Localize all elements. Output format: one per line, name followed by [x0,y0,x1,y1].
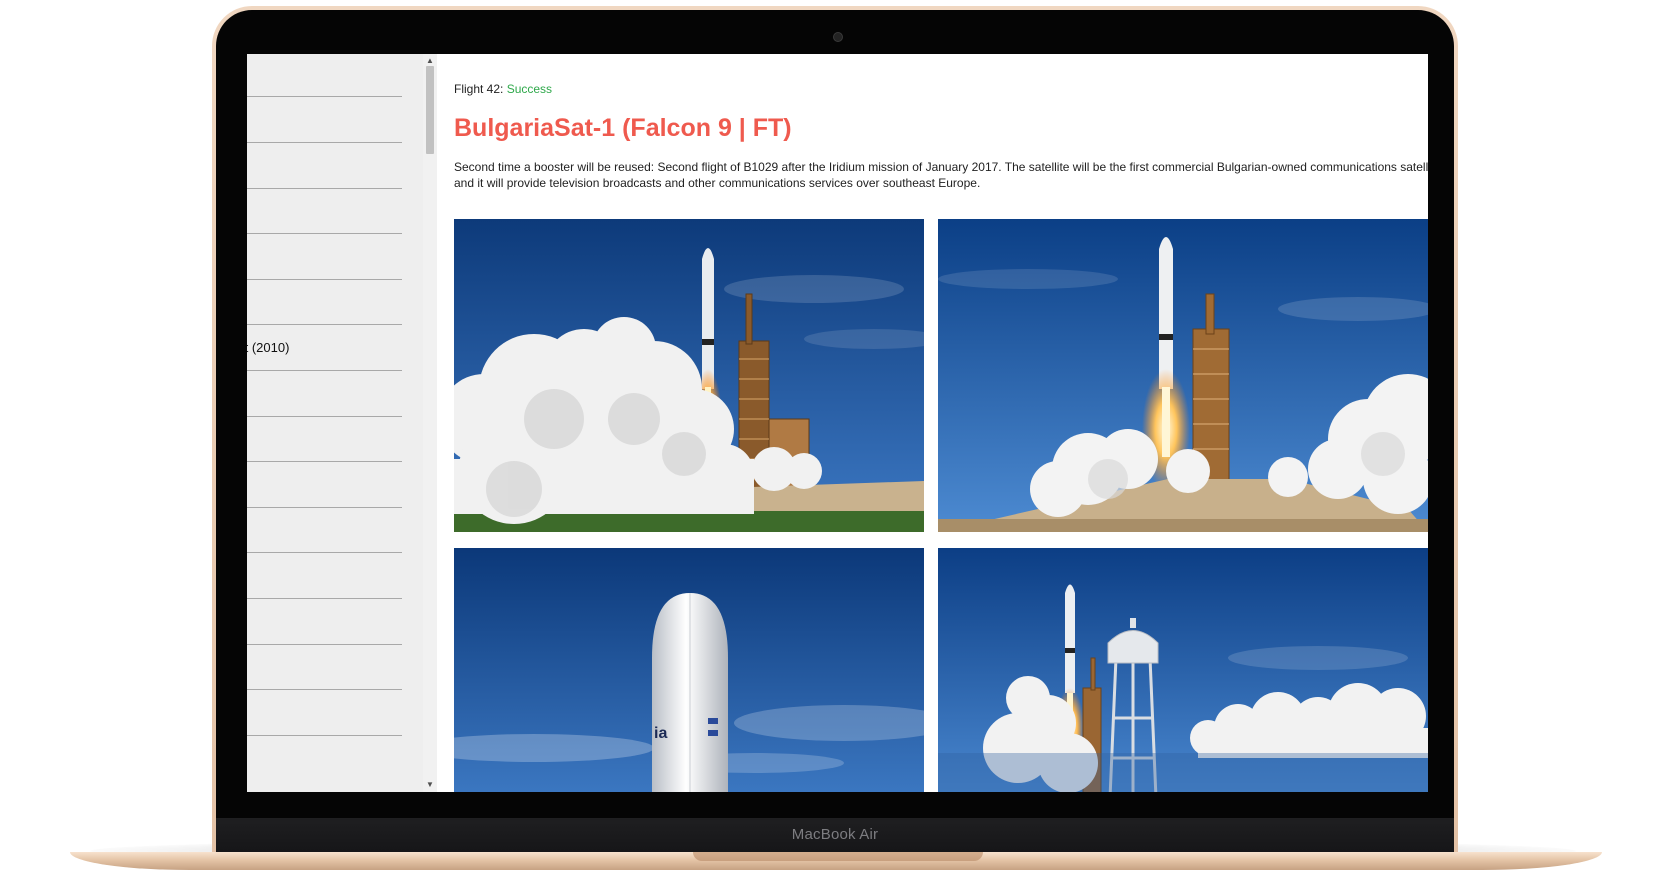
sidebar-divider [247,187,402,189]
scrollbar-thumb[interactable] [426,66,434,154]
sidebar-scrollbar[interactable]: ▲ ▼ [423,54,437,792]
sidebar-divider [247,96,402,97]
launch-photo[interactable]: ia [454,548,924,792]
mission-title: BulgariaSat-1 (Falcon 9 | FT) [454,114,792,142]
payload-fairing-image: ia [454,548,924,792]
sidebar-divider [247,324,402,326]
sidebar-divider [247,415,402,417]
sidebar-divider [247,598,402,599]
sidebar-item-launch[interactable]: Test Flight (2010) [247,340,402,355]
sidebar-item-launch[interactable]: 12) [247,477,402,492]
sidebar-divider [247,370,402,371]
sidebar-item-launch[interactable]: 14) [247,705,402,720]
webcam-icon [833,32,843,42]
svg-text:ia: ia [654,725,667,742]
flight-status-line: Flight 42: Success [454,82,552,96]
launch-photo[interactable] [938,219,1428,532]
launch-photo[interactable] [938,548,1428,792]
rocket-liftoff-image [454,219,924,532]
scroll-down-arrow-icon[interactable]: ▼ [423,778,437,792]
launch-sidebar: es (2006) (2007) r (2008) 008) (2009) Test Fl… [247,54,423,792]
launch-details: Flight 42: Success BulgariaSat-1 (Falcon… [437,54,1428,792]
sidebar-item-launch[interactable]: (2007) [247,158,402,173]
sidebar-item-launch[interactable]: 13) [247,522,402,537]
sidebar-divider [247,734,402,736]
sidebar-divider [247,689,402,691]
sidebar-item-launch[interactable]: 010) [247,386,402,401]
screen: es (2006) (2007) r (2008) 008) (2009) Test Fl… [247,54,1428,792]
sidebar-item-launch[interactable]: 5 (2014) [247,659,402,674]
rocket-liftoff-water-tower-image [938,548,1428,792]
sidebar-title: es [247,70,402,86]
sidebar-divider [247,506,402,508]
flight-status-value: Success [506,82,553,96]
mission-details: Second time a booster will be reused: Se… [454,160,1428,190]
sidebar-divider [247,233,402,235]
sidebar-item-launch[interactable]: 13) [247,614,402,629]
sidebar-item-launch[interactable]: E (2013) [247,568,402,583]
sidebar-item-launch[interactable]: r (2008) [247,203,402,218]
sidebar-divider [247,278,402,280]
sidebar-divider [247,461,402,463]
sidebar-item-launch[interactable]: 012) [247,431,402,446]
sidebar-divider [247,643,402,645]
rocket-liftoff-tower-image [938,219,1428,532]
laptop-hinge-notch [693,852,983,861]
sidebar-divider [247,142,402,143]
flight-number-label: Flight 42: [454,82,504,96]
sidebar-divider [247,552,402,554]
launch-photo[interactable] [454,219,924,532]
sidebar-item-launch[interactable]: (2006) [247,112,402,127]
sidebar-item-launch[interactable]: 008) [247,249,402,264]
sidebar-item-launch[interactable]: (2009) [247,294,402,309]
brand-label: MacBook Air [791,826,879,843]
